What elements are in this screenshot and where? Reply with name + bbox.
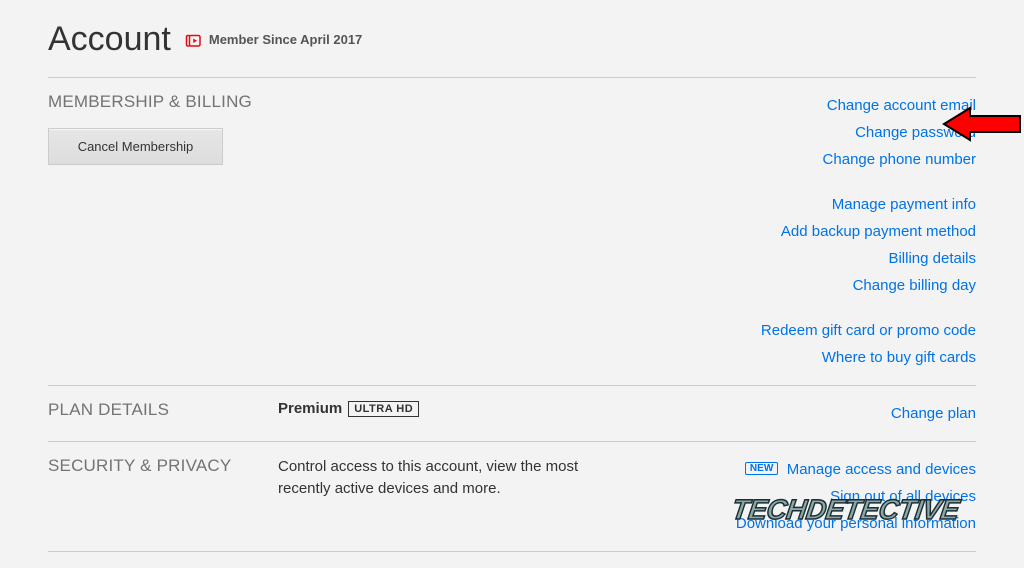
manage-payment-link[interactable]: Manage payment info xyxy=(832,191,976,218)
change-billing-day-link[interactable]: Change billing day xyxy=(853,272,976,299)
manage-access-row: NEW Manage access and devices xyxy=(745,456,976,483)
signout-all-link[interactable]: Sign out of all devices xyxy=(830,483,976,510)
membership-links-group-c: Redeem gift card or promo code Where to … xyxy=(686,317,976,371)
member-since: Member Since April 2017 xyxy=(185,31,362,49)
ultrahd-badge: ULTRA HD xyxy=(348,401,419,417)
plan-heading: PLAN DETAILS xyxy=(48,400,278,420)
section-security-privacy: SECURITY & PRIVACY Control access to thi… xyxy=(48,442,976,551)
change-phone-link[interactable]: Change phone number xyxy=(823,146,976,173)
change-password-link[interactable]: Change password xyxy=(855,119,976,146)
membership-links-group-a: Change account email Change password Cha… xyxy=(686,92,976,173)
billing-details-link[interactable]: Billing details xyxy=(888,245,976,272)
member-since-icon xyxy=(185,31,203,49)
security-heading: SECURITY & PRIVACY xyxy=(48,456,278,476)
change-email-link[interactable]: Change account email xyxy=(827,92,976,119)
change-plan-link[interactable]: Change plan xyxy=(891,400,976,427)
security-description: Control access to this account, view the… xyxy=(278,456,588,500)
section-plan-details: PLAN DETAILS Premium ULTRA HD Change pla… xyxy=(48,386,976,441)
download-info-link[interactable]: Download your personal information xyxy=(736,510,976,537)
plan-name-text: Premium xyxy=(278,400,342,417)
cancel-membership-button[interactable]: Cancel Membership xyxy=(48,128,223,165)
manage-access-link[interactable]: Manage access and devices xyxy=(787,456,976,483)
new-badge: NEW xyxy=(745,462,778,475)
page-header: Account Member Since April 2017 xyxy=(48,20,976,77)
add-backup-payment-link[interactable]: Add backup payment method xyxy=(781,218,976,245)
where-gift-link[interactable]: Where to buy gift cards xyxy=(822,344,976,371)
divider xyxy=(48,551,976,552)
page-title: Account xyxy=(48,20,171,59)
security-links-group: NEW Manage access and devices Sign out o… xyxy=(656,456,976,537)
membership-links-group-b: Manage payment info Add backup payment m… xyxy=(686,191,976,299)
section-membership-billing: MEMBERSHIP & BILLING Cancel Membership C… xyxy=(48,78,976,385)
redeem-gift-link[interactable]: Redeem gift card or promo code xyxy=(761,317,976,344)
plan-name: Premium ULTRA HD xyxy=(278,400,419,417)
member-since-text: Member Since April 2017 xyxy=(209,32,362,47)
membership-heading: MEMBERSHIP & BILLING xyxy=(48,92,278,112)
